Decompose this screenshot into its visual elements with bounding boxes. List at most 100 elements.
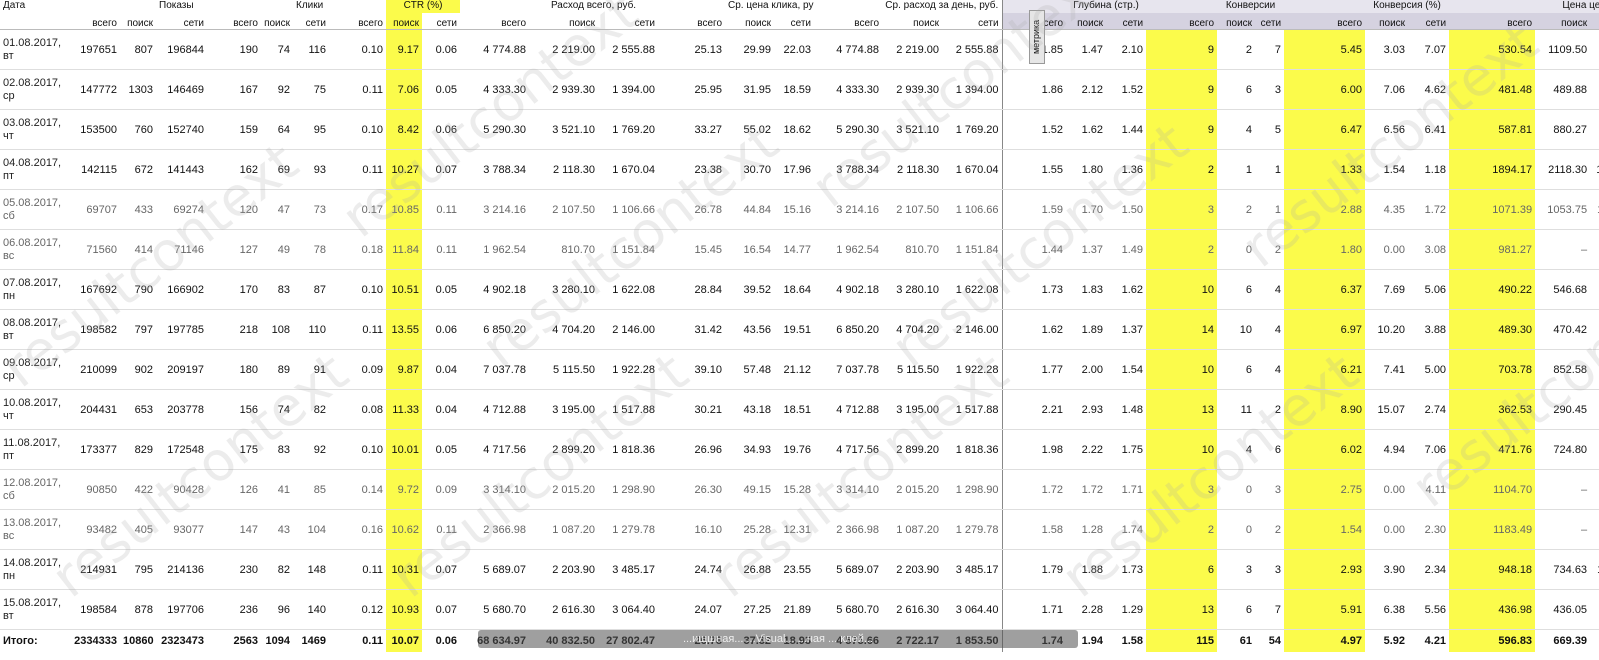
table-cell: 1106.66 [1590, 189, 1599, 230]
subheader-search: поиск [529, 13, 599, 30]
table-cell: 13 [1146, 389, 1218, 430]
header-depth[interactable]: Глубина (стр.) [1066, 0, 1147, 13]
table-cell: 1.77 [1001, 349, 1067, 390]
table-cell: 28.84 [658, 269, 726, 310]
totals-label: Итого: [0, 629, 63, 652]
table-cell: 4 [1255, 269, 1285, 310]
totals-cell: 1469 [293, 629, 329, 652]
weekday-value: ср [3, 89, 15, 102]
header-date[interactable]: Дата [0, 0, 63, 13]
table-row: 07.08.2017, пн 167692 790 166902 170 83 87 0.10 1… [0, 269, 1599, 310]
table-cell: 2 107.50 [529, 189, 599, 230]
table-cell: 30.70 [725, 149, 775, 190]
table-cell: 829 [120, 429, 156, 470]
table-cell: 11.84 [386, 229, 422, 270]
table-cell: 2 118.30 [882, 149, 943, 190]
table-cell: 180 [207, 349, 261, 390]
header-conversions[interactable]: Конверсии [1217, 0, 1285, 13]
table-cell: 2 219.00 [882, 29, 943, 70]
row-date: 06.08.2017, вс [0, 229, 63, 270]
table-cell: 2 366.98 [460, 509, 530, 550]
table-cell: 3 214.16 [460, 189, 530, 230]
table-cell: 7 037.78 [814, 349, 883, 390]
weekday-value: вс [3, 249, 15, 262]
table-cell: 6.97 [1284, 309, 1366, 350]
weekday-value: пт [3, 449, 14, 462]
table-cell: 19.76 [774, 429, 815, 470]
table-cell: 2.00 [1066, 349, 1107, 390]
table-cell: 24.07 [658, 589, 726, 630]
subheader-total: всего [1284, 13, 1366, 30]
table-cell: 6.02 [1284, 429, 1366, 470]
table-cell: 90850 [63, 469, 120, 510]
table-cell: 1 151.84 [942, 229, 1003, 270]
table-cell: 1.62 [1001, 309, 1067, 350]
table-cell: 2 [1146, 229, 1218, 270]
table-cell: 4.94 [1365, 429, 1409, 470]
table-cell: 10.27 [386, 149, 422, 190]
table-cell: 2.10 [1106, 29, 1147, 70]
totals-cell: 54 [1255, 629, 1285, 652]
header-cpc[interactable]: Ср. цена клика, руб. [725, 0, 814, 13]
table-cell: 152740 [156, 109, 207, 150]
totals-cell: 10860 [120, 629, 156, 652]
table-cell: 1670.04 [1590, 149, 1599, 190]
table-cell: 760 [120, 109, 156, 150]
table-cell: 1 394.00 [942, 69, 1003, 110]
table-cell: 0.00 [1365, 509, 1409, 550]
table-cell: 1.71 [1001, 589, 1067, 630]
header-spend[interactable]: Расход всего, руб. [529, 0, 658, 13]
header-conversion-rate[interactable]: Конверсия (%) [1365, 0, 1450, 13]
table-cell: 142115 [63, 149, 120, 190]
table-cell: 2.93 [1284, 549, 1366, 590]
table-cell: 0.14 [329, 469, 386, 510]
table-cell: 5.06 [1408, 269, 1450, 310]
table-cell: 1161.72 [1590, 549, 1599, 590]
header-ctr[interactable]: CTR (%) [386, 0, 461, 13]
subheader-total: всего [207, 13, 261, 30]
table-cell: 2 203.90 [882, 549, 943, 590]
table-cell: 148 [293, 549, 329, 590]
totals-cell: 669.39 [1535, 629, 1591, 652]
table-row: 09.08.2017, ср 210099 902 209197 180 89 91 0.09 9… [0, 349, 1599, 390]
header-clicks[interactable]: Клики [293, 0, 329, 13]
table-cell: 1.88 [1066, 549, 1107, 590]
table-cell: 0 [1217, 469, 1256, 510]
table-cell: 1.48 [1106, 389, 1147, 430]
table-cell: 12.31 [774, 509, 815, 550]
table-cell: 4 902.18 [460, 269, 530, 310]
table-cell: 4.11 [1408, 469, 1450, 510]
table-cell: 464.67 [1590, 69, 1599, 110]
table-cell: 1 [1255, 189, 1285, 230]
table-cell: 18.51 [774, 389, 815, 430]
table-cell: 10.62 [386, 509, 422, 550]
table-cell: 7.06 [386, 69, 422, 110]
table-cell: 1.54 [1106, 349, 1147, 390]
table-cell: 83 [261, 429, 293, 470]
table-cell: 4 [1217, 429, 1256, 470]
table-cell: 6 [1255, 429, 1285, 470]
header-daily[interactable]: Ср. расход за день, руб. [882, 0, 1002, 13]
table-cell: 1.18 [1408, 149, 1450, 190]
header-shows[interactable]: Показы [156, 0, 207, 13]
totals-cell: 4.97 [1284, 629, 1366, 652]
table-cell: 405.52 [1590, 269, 1599, 310]
table-cell: 1183.49 [1449, 509, 1536, 550]
table-cell: 6.00 [1284, 69, 1366, 110]
table-cell: 19.51 [774, 309, 815, 350]
table-cell: 3 [1146, 469, 1218, 510]
header-goal-price[interactable]: Цена цели, руб. [1535, 0, 1599, 13]
row-date: 02.08.2017, ср [0, 69, 63, 110]
table-cell: 210099 [63, 349, 120, 390]
table-cell: 153500 [63, 109, 120, 150]
table-cell: 10 [1146, 269, 1218, 310]
overlay-notice: ...ищшная... ...Visual... ...ная ... кле… [478, 630, 1078, 648]
table-cell: 0.12 [329, 589, 386, 630]
table-cell: 437.77 [1590, 589, 1599, 630]
table-cell: 7.41 [1365, 349, 1409, 390]
table-cell: 44.84 [725, 189, 775, 230]
table-cell: 3.90 [1365, 549, 1409, 590]
table-cell: 147 [207, 509, 261, 550]
table-cell: 5 680.70 [814, 589, 883, 630]
metrika-tab[interactable]: метрика [1029, 10, 1045, 64]
